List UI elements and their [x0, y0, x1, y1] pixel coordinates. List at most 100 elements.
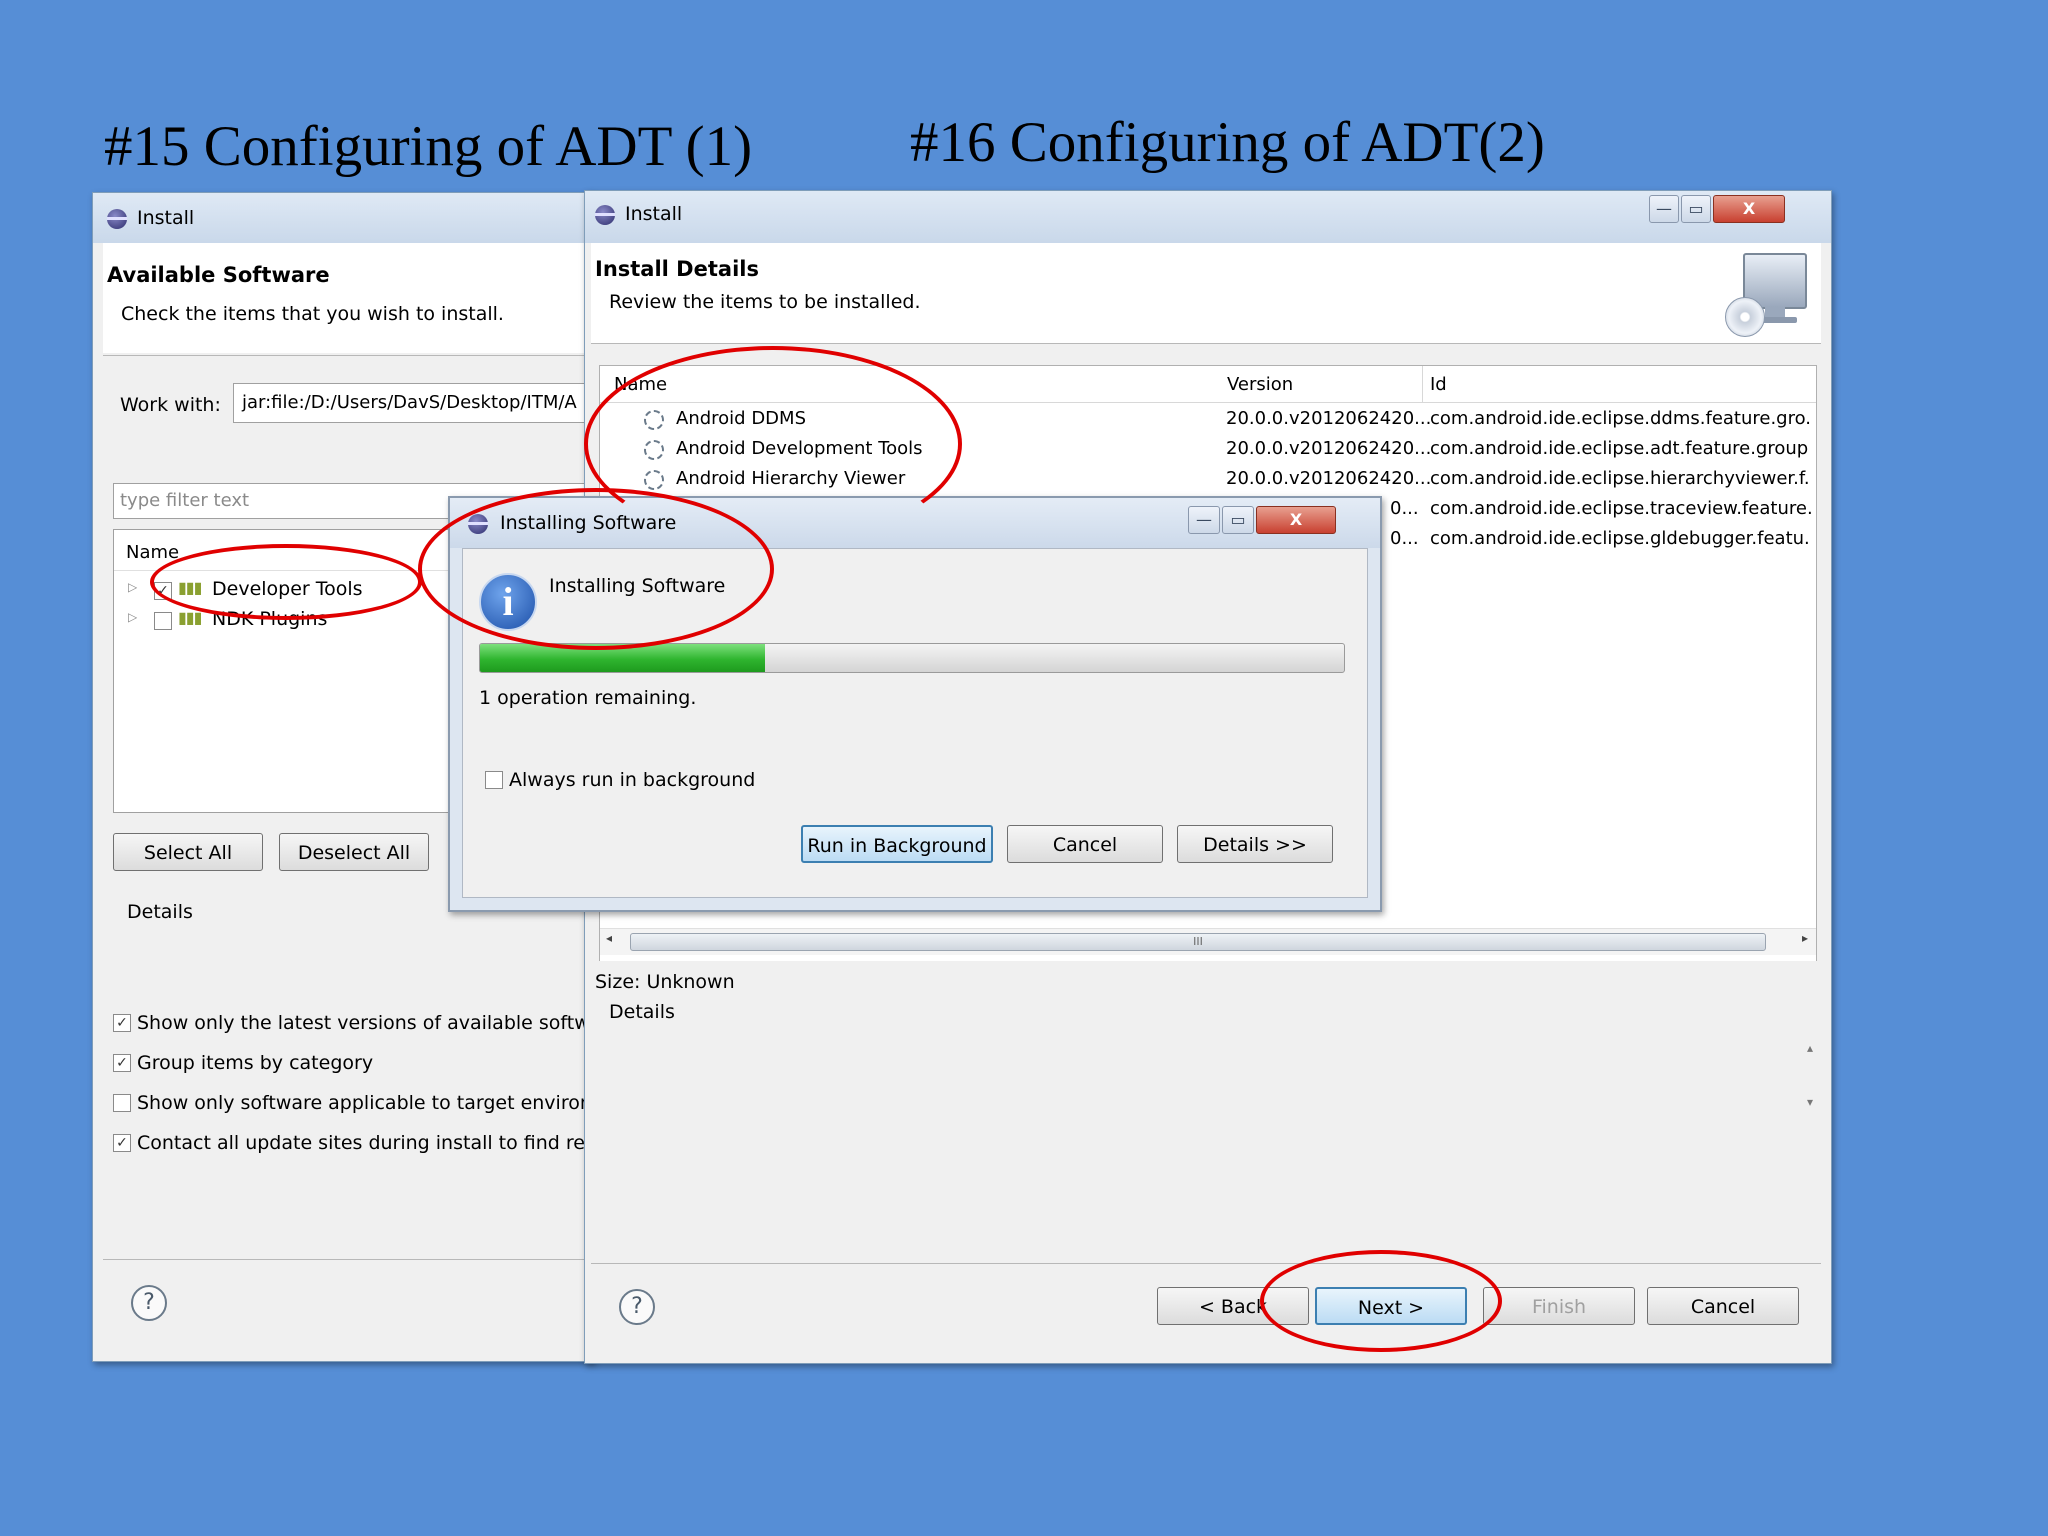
option-label: Group items by category — [137, 1052, 374, 1074]
scroll-right-icon[interactable]: ▸ — [1802, 931, 1808, 945]
cancel-button[interactable]: Cancel — [1647, 1287, 1799, 1325]
maximize-button[interactable]: ▭ — [1681, 195, 1711, 223]
table-row[interactable]: Android Hierarchy Viewer 20.0.0.v2012062… — [600, 464, 1816, 494]
work-with-value: jar:file:/D:/Users/DavS/Desktop/ITM/A — [242, 392, 577, 413]
expand-arrow-icon[interactable]: ▷ — [128, 610, 137, 624]
help-icon[interactable]: ? — [131, 1285, 167, 1321]
maximize-button[interactable]: ▭ — [1222, 506, 1254, 534]
header-title: Available Software — [107, 263, 330, 287]
header-subtitle: Check the items that you wish to install… — [121, 303, 504, 325]
installing-software-dialog: Installing Software — ▭ X i Installing S… — [448, 496, 1382, 912]
package-icon: ▮▮▮ — [178, 608, 202, 627]
feature-icon — [644, 440, 664, 460]
select-all-button[interactable]: Select All — [113, 833, 263, 871]
header-subtitle: Review the items to be installed. — [609, 291, 921, 313]
column-header-version[interactable]: Version — [1227, 374, 1293, 395]
scroll-down-icon[interactable]: ▾ — [1807, 1095, 1813, 1109]
back-button[interactable]: < Back — [1157, 1287, 1309, 1325]
details-label: Details — [609, 1001, 675, 1023]
expand-arrow-icon[interactable]: ▷ — [128, 580, 137, 594]
always-run-background-checkbox[interactable] — [485, 771, 503, 789]
option-label: Show only software applicable to target … — [137, 1092, 593, 1114]
deselect-all-button[interactable]: Deselect All — [279, 833, 429, 871]
minimize-button[interactable]: — — [1188, 506, 1220, 534]
run-in-background-button[interactable]: Run in Background — [801, 825, 993, 863]
option-label: Always run in background — [509, 769, 756, 791]
row-version: 0... — [1390, 528, 1419, 549]
option-label: Show only the latest versions of availab… — [137, 1012, 621, 1034]
option-checkbox[interactable]: ✓ — [113, 1054, 131, 1072]
feature-icon — [644, 410, 664, 430]
tree-item-label: NDK Plugins — [212, 608, 328, 630]
details-area: Size: Unknown Details ▴ ▾ — [591, 961, 1821, 1181]
work-with-label: Work with: — [120, 394, 221, 416]
title-bar[interactable]: Install — [93, 193, 593, 243]
option-checkbox[interactable] — [113, 1094, 131, 1112]
horizontal-scrollbar[interactable]: ◂ III ▸ — [600, 928, 1816, 955]
slide-title-left: #15 Configuring of ADT (1) — [104, 115, 753, 178]
scroll-up-icon[interactable]: ▴ — [1807, 1041, 1813, 1055]
row-id: com.android.ide.eclipse.traceview.featur… — [1430, 498, 1813, 519]
option-contact-update-sites[interactable]: ✓ Contact all update sites during instal… — [113, 1129, 593, 1159]
column-name-header: Name — [126, 542, 180, 563]
dialog-title: Installing Software — [500, 512, 677, 534]
minimize-button[interactable]: — — [1649, 195, 1679, 223]
tree-item-label: Developer Tools — [212, 578, 363, 600]
window-title: Install — [625, 203, 683, 225]
table-header: Name Version Id — [600, 366, 1816, 403]
progress-fill — [480, 644, 766, 672]
help-icon[interactable]: ? — [619, 1289, 655, 1325]
feature-icon — [644, 470, 664, 490]
header-panel: Install Details Review the items to be i… — [591, 243, 1821, 343]
row-version: 0... — [1390, 498, 1419, 519]
column-header-id[interactable]: Id — [1430, 374, 1447, 395]
option-checkbox[interactable]: ✓ — [113, 1134, 131, 1152]
row-version: 20.0.0.v2012062420... — [1226, 408, 1432, 429]
scrollbar-thumb[interactable]: III — [630, 933, 1766, 951]
dialog-body: i Installing Software 1 operation remain… — [462, 548, 1368, 898]
divider — [103, 1259, 593, 1260]
package-icon: ▮▮▮ — [178, 578, 202, 597]
title-bar[interactable]: Installing Software — ▭ X — [450, 498, 1380, 548]
slide-title-right: #16 Configuring of ADT(2) — [910, 111, 1545, 174]
always-run-background-option[interactable]: Always run in background — [479, 765, 879, 795]
row-id: com.android.ide.eclipse.ddms.feature.gro… — [1430, 408, 1812, 429]
cancel-button[interactable]: Cancel — [1007, 825, 1163, 863]
header-title: Install Details — [595, 257, 759, 281]
dialog-message: Installing Software — [549, 575, 726, 597]
eclipse-icon — [595, 205, 615, 225]
tree-checkbox-ndk-plugins[interactable] — [154, 612, 172, 630]
option-latest-versions[interactable]: ✓ Show only the latest versions of avail… — [113, 1009, 620, 1039]
row-name: Android Development Tools — [676, 438, 923, 459]
divider — [591, 1263, 1821, 1264]
finish-button[interactable]: Finish — [1483, 1287, 1635, 1325]
option-target-environment[interactable]: Show only software applicable to target … — [113, 1089, 593, 1119]
row-version: 20.0.0.v2012062420... — [1226, 438, 1432, 459]
column-header-name[interactable]: Name — [614, 374, 667, 395]
divider — [103, 355, 593, 356]
row-version: 20.0.0.v2012062420... — [1226, 468, 1432, 489]
filter-placeholder: type filter text — [120, 490, 250, 511]
row-id: com.android.ide.eclipse.adt.feature.grou… — [1430, 438, 1809, 459]
title-bar[interactable]: Install — ▭ X — [585, 191, 1831, 243]
details-label: Details — [127, 901, 193, 923]
option-checkbox[interactable]: ✓ — [113, 1014, 131, 1032]
row-name: Android DDMS — [676, 408, 806, 429]
row-name: Android Hierarchy Viewer — [676, 468, 906, 489]
close-button[interactable]: X — [1256, 506, 1336, 534]
row-id: com.android.ide.eclipse.hierarchyviewer.… — [1430, 468, 1810, 489]
option-group-by-category[interactable]: ✓ Group items by category — [113, 1049, 593, 1079]
next-button[interactable]: Next > — [1315, 1287, 1467, 1325]
details-button[interactable]: Details >> — [1177, 825, 1333, 863]
close-button[interactable]: X — [1713, 195, 1785, 223]
table-row[interactable]: Android DDMS 20.0.0.v2012062420... com.a… — [600, 404, 1816, 434]
row-id: com.android.ide.eclipse.gldebugger.featu… — [1430, 528, 1810, 549]
scroll-left-icon[interactable]: ◂ — [606, 931, 612, 945]
divider — [591, 343, 1821, 344]
status-text: 1 operation remaining. — [479, 687, 697, 709]
info-icon: i — [479, 573, 537, 631]
table-row[interactable]: Android Development Tools 20.0.0.v201206… — [600, 434, 1816, 464]
tree-checkbox-developer-tools[interactable]: ✓ — [154, 582, 172, 600]
eclipse-icon — [468, 514, 488, 534]
work-with-field[interactable]: jar:file:/D:/Users/DavS/Desktop/ITM/A — [233, 383, 593, 423]
